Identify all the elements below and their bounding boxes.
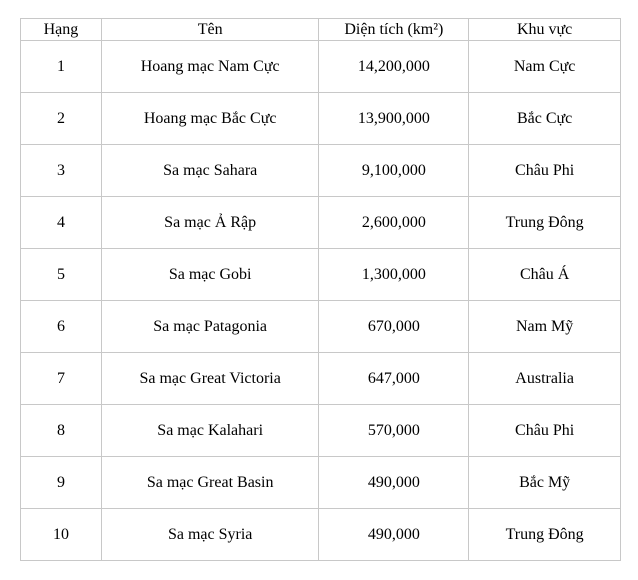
rank-cell: 5 [20, 248, 102, 301]
table-row: 8 Sa mạc Kalahari 570,000 Châu Phi [20, 404, 621, 457]
table-row: 6 Sa mạc Patagonia 670,000 Nam Mỹ [20, 300, 621, 353]
rank-cell: 7 [20, 352, 102, 405]
rank-cell: 8 [20, 404, 102, 457]
header-area: Diện tích (km²) [318, 18, 470, 41]
name-cell: Sa mạc Great Victoria [100, 352, 320, 405]
rank-cell: 1 [20, 40, 102, 93]
header-row: Hạng Tên Diện tích (km²) Khu vực [20, 18, 621, 41]
area-cell: 14,200,000 [318, 40, 470, 93]
region-cell: Australia [468, 352, 621, 405]
area-cell: 1,300,000 [318, 248, 470, 301]
area-cell: 490,000 [318, 508, 470, 561]
area-cell: 670,000 [318, 300, 470, 353]
region-cell: Bắc Mỹ [468, 456, 621, 509]
name-cell: Sa mạc Ả Rập [100, 196, 320, 249]
rank-cell: 3 [20, 144, 102, 197]
region-cell: Trung Đông [468, 508, 621, 561]
table-row: 9 Sa mạc Great Basin 490,000 Bắc Mỹ [20, 456, 621, 509]
header-rank: Hạng [20, 18, 102, 41]
table-row: 10 Sa mạc Syria 490,000 Trung Đông [20, 508, 621, 561]
region-cell: Nam Cực [468, 40, 621, 93]
rank-cell: 10 [20, 508, 102, 561]
table-row: 4 Sa mạc Ả Rập 2,600,000 Trung Đông [20, 196, 621, 249]
table-row: 7 Sa mạc Great Victoria 647,000 Australia [20, 352, 621, 405]
name-cell: Sa mạc Syria [100, 508, 320, 561]
desert-ranking-table: Hạng Tên Diện tích (km²) Khu vực 1 Hoang … [20, 18, 621, 561]
area-cell: 13,900,000 [318, 92, 470, 145]
table-row: 1 Hoang mạc Nam Cực 14,200,000 Nam Cực [20, 40, 621, 93]
header-name: Tên [100, 18, 320, 41]
name-cell: Sa mạc Great Basin [100, 456, 320, 509]
header-region: Khu vực [468, 18, 621, 41]
area-cell: 490,000 [318, 456, 470, 509]
rank-cell: 4 [20, 196, 102, 249]
name-cell: Sa mạc Sahara [100, 144, 320, 197]
area-cell: 570,000 [318, 404, 470, 457]
table-row: 2 Hoang mạc Bắc Cực 13,900,000 Bắc Cực [20, 92, 621, 145]
table-row: 5 Sa mạc Gobi 1,300,000 Châu Á [20, 248, 621, 301]
table-row: 3 Sa mạc Sahara 9,100,000 Châu Phi [20, 144, 621, 197]
name-cell: Hoang mạc Bắc Cực [100, 92, 320, 145]
region-cell: Châu Á [468, 248, 621, 301]
name-cell: Sa mạc Gobi [100, 248, 320, 301]
name-cell: Hoang mạc Nam Cực [100, 40, 320, 93]
region-cell: Nam Mỹ [468, 300, 621, 353]
region-cell: Châu Phi [468, 404, 621, 457]
region-cell: Trung Đông [468, 196, 621, 249]
name-cell: Sa mạc Kalahari [100, 404, 320, 457]
rank-cell: 2 [20, 92, 102, 145]
rank-cell: 6 [20, 300, 102, 353]
region-cell: Bắc Cực [468, 92, 621, 145]
name-cell: Sa mạc Patagonia [100, 300, 320, 353]
region-cell: Châu Phi [468, 144, 621, 197]
rank-cell: 9 [20, 456, 102, 509]
area-cell: 9,100,000 [318, 144, 470, 197]
area-cell: 2,600,000 [318, 196, 470, 249]
area-cell: 647,000 [318, 352, 470, 405]
